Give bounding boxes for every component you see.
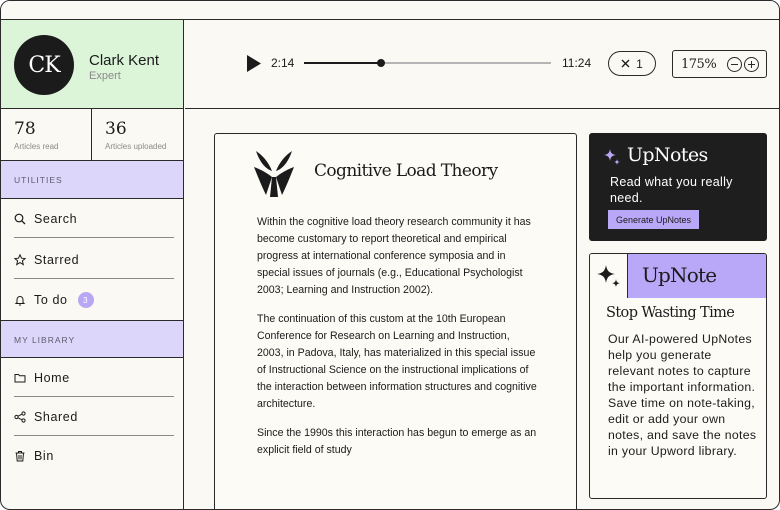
avatar[interactable]: CK bbox=[14, 35, 74, 95]
speed-value: 1 bbox=[636, 56, 643, 71]
speed-button[interactable]: 1 bbox=[608, 51, 656, 76]
profile-name: Clark Kent bbox=[89, 52, 160, 69]
zoom-value: 175% bbox=[681, 57, 717, 72]
article-body: Within the cognitive load theory researc… bbox=[257, 214, 537, 471]
stat-label: Articles uploaded bbox=[105, 142, 167, 151]
stat-value: 36 bbox=[105, 119, 127, 139]
sidebar-item-label: Home bbox=[34, 370, 70, 385]
upnote-card: UpNote Stop Wasting Time Our AI-powered … bbox=[589, 253, 767, 499]
stat-articles-uploaded: 36 Articles uploaded bbox=[92, 109, 183, 161]
profile-role: Expert bbox=[89, 70, 121, 82]
upnote-header: UpNote bbox=[590, 254, 766, 298]
stat-label: Articles read bbox=[14, 142, 59, 151]
progress-handle[interactable] bbox=[376, 59, 385, 67]
sidebar-item-shared[interactable]: Shared bbox=[14, 398, 174, 436]
progress-fill bbox=[304, 62, 381, 64]
progress-slider[interactable] bbox=[304, 59, 551, 67]
sidebar-item-label: Search bbox=[34, 211, 78, 226]
sidebar-item-todo[interactable]: To do 3 bbox=[14, 281, 174, 319]
zoom-out-button[interactable] bbox=[727, 57, 742, 72]
sparkle-icon bbox=[596, 265, 620, 288]
article-title: Cognitive Load Theory bbox=[314, 161, 498, 181]
upnote-body: Our AI-powered UpNotes help you generate… bbox=[608, 332, 757, 458]
promo-title: UpNotes bbox=[627, 144, 708, 166]
article-card: Cognitive Load Theory Within the cogniti… bbox=[214, 133, 577, 509]
stat-articles-read: 78 Articles read bbox=[1, 109, 92, 161]
sidebar-item-label: Shared bbox=[34, 409, 78, 424]
article-paragraph: Since the 1990s this interaction has beg… bbox=[257, 427, 537, 456]
generate-upnotes-button[interactable]: Generate UpNotes bbox=[608, 210, 699, 229]
sidebar-item-starred[interactable]: Starred bbox=[14, 241, 174, 279]
title-bar bbox=[1, 1, 779, 20]
sidebar-item-home[interactable]: Home bbox=[14, 359, 174, 397]
play-icon[interactable] bbox=[247, 55, 261, 72]
current-time: 2:14 bbox=[271, 56, 295, 70]
profile-card[interactable]: CK Clark Kent Expert bbox=[1, 20, 183, 109]
search-icon bbox=[14, 213, 26, 224]
share-icon bbox=[14, 410, 26, 423]
upnote-brand: UpNote bbox=[628, 254, 766, 298]
zoom-control: 175% bbox=[672, 50, 767, 78]
sparkle-icon bbox=[604, 149, 620, 165]
trash-icon bbox=[15, 451, 25, 462]
sidebar-item-label: To do bbox=[34, 293, 68, 307]
sidebar-item-search[interactable]: Search bbox=[14, 200, 174, 238]
todo-count-badge: 3 bbox=[77, 292, 94, 308]
upnotes-promo-card: UpNotes Read what you really need. Gener… bbox=[589, 133, 767, 241]
total-time: 11:24 bbox=[562, 56, 592, 70]
sidebar-item-label: Starred bbox=[34, 252, 80, 267]
utilities-heading: UTILITIES bbox=[1, 161, 183, 199]
audio-player: 2:14 11:24 1 175% bbox=[185, 20, 779, 109]
close-icon bbox=[621, 59, 630, 68]
zoom-in-button[interactable] bbox=[744, 57, 759, 72]
article-logo-icon bbox=[254, 151, 294, 197]
upnote-star-box bbox=[590, 254, 628, 298]
article-paragraph: Within the cognitive load theory researc… bbox=[257, 216, 531, 296]
upnote-title: Stop Wasting Time bbox=[606, 305, 735, 321]
sidebar-item-bin[interactable]: Bin bbox=[14, 437, 174, 475]
star-icon bbox=[14, 253, 26, 266]
app-window: CK Clark Kent Expert 78 Articles read 36… bbox=[0, 0, 780, 510]
promo-text: Read what you really need. bbox=[610, 175, 733, 205]
sidebar-item-label: Bin bbox=[34, 449, 54, 463]
stats-row: 78 Articles read 36 Articles uploaded bbox=[1, 109, 183, 161]
stat-value: 78 bbox=[14, 119, 36, 139]
sidebar: CK Clark Kent Expert 78 Articles read 36… bbox=[1, 20, 184, 509]
article-paragraph: The continuation of this custom at the 1… bbox=[257, 313, 537, 410]
folder-icon bbox=[14, 373, 26, 382]
library-heading: MY LIBRARY bbox=[1, 320, 183, 358]
bell-icon bbox=[14, 296, 26, 306]
